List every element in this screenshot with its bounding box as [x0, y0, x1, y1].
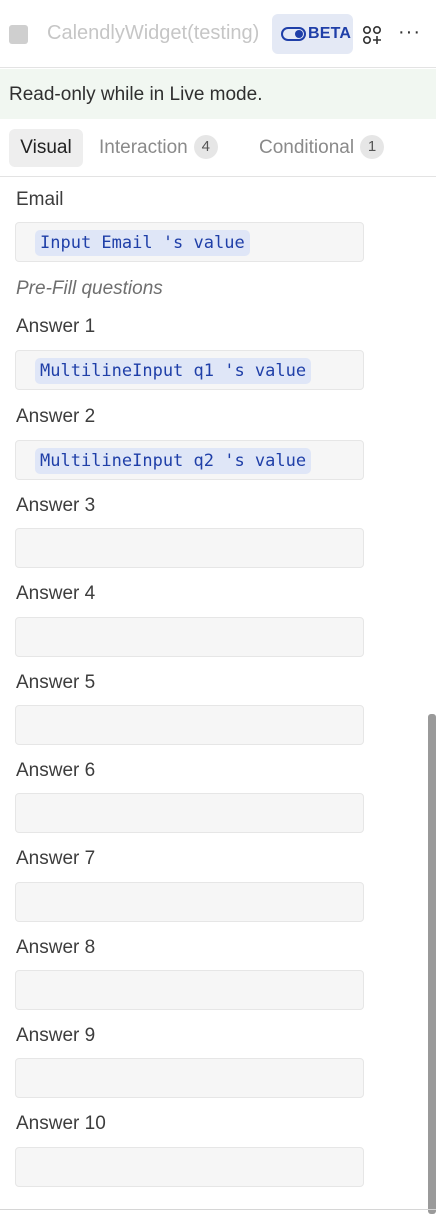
- answer-9-label: Answer 9: [16, 1025, 96, 1046]
- answer-1-value-chip: MultilineInput q1 's value: [35, 358, 312, 384]
- add-widgets-icon[interactable]: [362, 25, 382, 45]
- answer-4-field[interactable]: [15, 617, 364, 657]
- live-mode-banner: Read-only while in Live mode.: [0, 69, 436, 119]
- answer-5-field[interactable]: [15, 705, 364, 745]
- answer-1-label: Answer 1: [16, 316, 96, 337]
- tab-visual-label: Visual: [20, 137, 72, 158]
- email-value-chip: Input Email 's value: [35, 230, 250, 256]
- tab-interaction-label: Interaction: [99, 137, 188, 158]
- answer-6-field[interactable]: [15, 793, 364, 833]
- answer-2-value-chip: MultilineInput q2 's value: [35, 448, 312, 474]
- tab-conditional-count-badge: 1: [360, 135, 385, 159]
- tab-interaction-count-badge: 4: [193, 135, 218, 159]
- scrollbar-thumb[interactable]: [428, 714, 436, 1214]
- tab-interaction[interactable]: Interaction 4: [91, 129, 241, 167]
- banner-text: Read-only while in Live mode.: [9, 84, 263, 105]
- tab-conditional[interactable]: Conditional 1: [251, 129, 411, 167]
- answer-7-label: Answer 7: [16, 848, 96, 869]
- answer-3-label: Answer 3: [16, 495, 96, 516]
- beta-label: BETA: [308, 25, 352, 42]
- answer-6-label: Answer 6: [16, 760, 96, 781]
- answer-4-label: Answer 4: [16, 583, 96, 604]
- answer-1-field[interactable]: MultilineInput q1 's value: [15, 350, 364, 390]
- beta-toggle-button[interactable]: BETA: [272, 14, 353, 54]
- answer-2-label: Answer 2: [16, 406, 96, 427]
- toggle-icon: [281, 27, 306, 41]
- answer-8-label: Answer 8: [16, 937, 96, 958]
- answer-10-field[interactable]: [15, 1147, 364, 1187]
- answer-10-label: Answer 10: [16, 1113, 106, 1134]
- widget-type-icon: [9, 25, 28, 44]
- answer-2-field[interactable]: MultilineInput q2 's value: [15, 440, 364, 480]
- widget-name[interactable]: CalendlyWidget(testing): [47, 22, 259, 45]
- tab-visual[interactable]: Visual: [9, 129, 83, 167]
- answer-7-field[interactable]: [15, 882, 364, 922]
- tab-conditional-label: Conditional: [259, 137, 355, 158]
- answer-5-label: Answer 5: [16, 672, 96, 693]
- divider: [0, 1209, 436, 1210]
- answer-3-field[interactable]: [15, 528, 364, 568]
- panel-tabs: Visual Interaction 4 Conditional 1: [0, 119, 436, 177]
- answer-8-field[interactable]: [15, 970, 364, 1010]
- email-label: Email: [16, 189, 64, 210]
- answer-9-field[interactable]: [15, 1058, 364, 1098]
- email-field[interactable]: Input Email 's value: [15, 222, 364, 262]
- property-panel-header: CalendlyWidget(testing) BETA ···: [0, 0, 436, 68]
- more-horizontal-icon[interactable]: ···: [398, 22, 421, 42]
- prefill-section-title: Pre-Fill questions: [16, 278, 163, 299]
